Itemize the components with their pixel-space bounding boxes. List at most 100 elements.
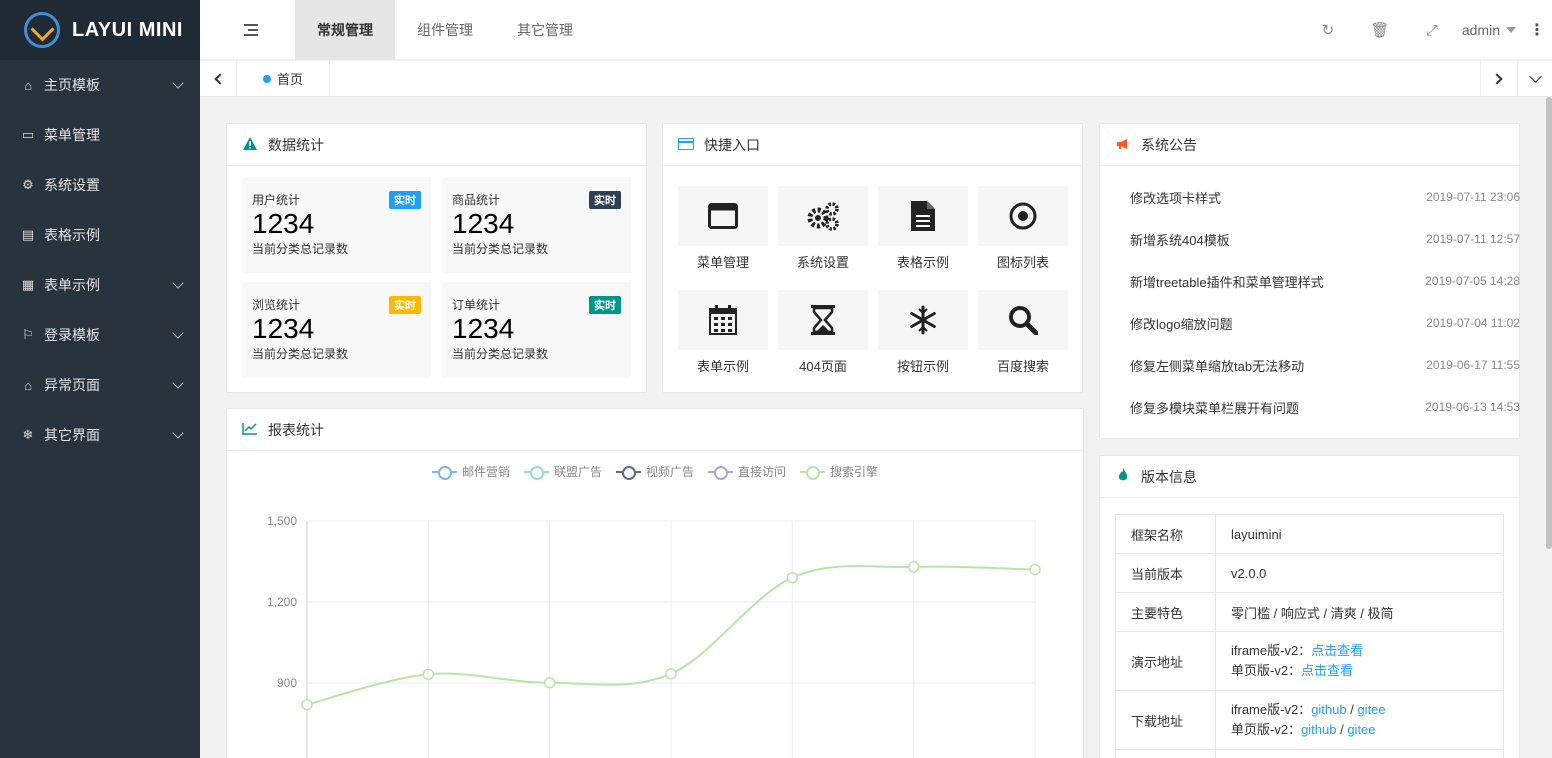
separator: / <box>1346 702 1358 717</box>
chevron-right-icon <box>1491 72 1503 85</box>
fullscreen-icon[interactable]: ⤢ <box>1406 22 1458 39</box>
download-iframe-gitee-link[interactable]: gitee <box>1357 702 1385 717</box>
quick-entry-label: 图标列表 <box>996 255 1049 270</box>
notice-item[interactable]: 修复多模块菜单栏展开有问题 2019-06-13 14:53 <box>1130 398 1520 418</box>
quick-entry-7[interactable]: 百度搜索 <box>978 290 1068 375</box>
demo-single-link[interactable]: 点击查看 <box>1301 663 1353 678</box>
sidebar-item-7[interactable]: ❄ 其它界面 <box>0 410 200 460</box>
sidebar-item-6[interactable]: ⌂ 异常页面 <box>0 360 200 410</box>
more-icon[interactable]: ⋮ <box>1522 20 1552 40</box>
notice-time: 2019-07-04 11:02 <box>1426 316 1520 330</box>
notice-item[interactable]: 修改选项卡样式 2019-07-11 23:06 <box>1130 188 1520 208</box>
stat-value: 1234 <box>452 208 515 239</box>
refresh-icon[interactable]: ↻ <box>1302 21 1354 39</box>
sidebar-item-1[interactable]: ▭ 菜单管理 <box>0 110 200 160</box>
table-row: 主要特色 零门槛 / 响应式 / 清爽 / 极简 <box>1115 592 1504 632</box>
notice-item[interactable]: 新增系统404模板 2019-07-11 12:57 <box>1130 230 1520 250</box>
quick-entry-4[interactable]: 表单示例 <box>678 290 768 375</box>
top-tab-0[interactable]: 常规管理 <box>295 0 395 60</box>
calendar-icon <box>678 290 768 350</box>
quick-entry-5[interactable]: 404页面 <box>778 290 868 375</box>
sidebar: LAYUI MINI ⌂ 主页模板 ▭ 菜单管理 ⚙ 系统设置 ▤ 表格示例 ▦ 表单示例 ⚐ 登录模… <box>0 0 200 758</box>
version-value: layuimini <box>1215 514 1504 554</box>
stat-value: 1234 <box>252 208 315 239</box>
notice-card: 系统公告 修改选项卡样式 2019-07-11 23:06 新增系统404模板 201… <box>1099 123 1520 439</box>
user-menu[interactable]: admin <box>1462 22 1516 38</box>
content-scrollbar[interactable] <box>1546 97 1552 758</box>
notice-item[interactable]: 修改logo缩放问题 2019-07-04 11:02 <box>1130 314 1520 334</box>
quick-card-title: 快捷入口 <box>704 136 760 153</box>
download-single-github-link[interactable]: github <box>1301 722 1336 737</box>
logo[interactable]: LAYUI MINI <box>0 0 200 60</box>
scrollbar-thumb[interactable] <box>1546 97 1552 549</box>
stat-box: 订单统计 实时 1234 当前分类总记录数 <box>442 282 631 378</box>
table-row: 当前版本 v2.0.0 <box>1115 553 1504 593</box>
tab-scroll-right-button[interactable] <box>1480 61 1517 96</box>
notice-time: 2019-06-13 14:53 <box>1425 400 1520 414</box>
notice-text: 新增系统404模板 <box>1130 233 1230 248</box>
notice-item[interactable]: 修复左侧菜单缩放tab无法移动 2019-06-17 11:55 <box>1130 356 1520 376</box>
top-header: 常规管理 组件管理 其它管理 ↻ 🗑 ⤢ admin ⋮ <box>200 0 1552 60</box>
demo-iframe-label: iframe版-v2： <box>1231 643 1312 658</box>
top-tab-1[interactable]: 组件管理 <box>395 0 495 60</box>
quick-entry-0[interactable]: 菜单管理 <box>678 186 768 271</box>
sidebar-item-2[interactable]: ⚙ 系统设置 <box>0 160 200 210</box>
main-content: 数据统计 用户统计 实时 1234 当前分类总记录数 商品统计 实时 1234 当前分类总记录… <box>200 97 1546 758</box>
y-tick-label: 1,500 <box>267 514 297 528</box>
file-icon <box>878 186 968 246</box>
quick-entry-2[interactable]: 表格示例 <box>878 186 968 271</box>
download-single-label: 单页版-v2： <box>1231 722 1302 737</box>
tab-home[interactable]: 首页 <box>237 61 331 96</box>
version-card-header: 版本信息 <box>1100 456 1519 498</box>
data-point <box>786 571 799 584</box>
sidebar-item-label: 异常页面 <box>44 377 100 393</box>
y-tick-label: 1,200 <box>267 595 297 609</box>
version-value: iframe版-v2：点击查看 单页版-v2：点击查看 <box>1215 631 1504 691</box>
realtime-badge: 实时 <box>589 296 621 314</box>
notice-card-header: 系统公告 <box>1100 124 1519 166</box>
notice-text: 修复左侧菜单缩放tab无法移动 <box>1130 359 1305 374</box>
chevron-down-icon <box>172 427 184 439</box>
collapse-menu-icon[interactable] <box>244 24 258 36</box>
version-value <box>1215 749 1504 758</box>
demo-iframe-link[interactable]: 点击查看 <box>1311 643 1363 658</box>
stats-card-header: 数据统计 <box>227 124 646 166</box>
download-iframe-label: iframe版-v2： <box>1231 702 1312 717</box>
sidebar-item-4[interactable]: ▦ 表单示例 <box>0 260 200 310</box>
notice-item[interactable]: 新增treetable插件和菜单管理样式 2019-07-05 14:28 <box>1130 272 1520 292</box>
calendar-icon: ▦ <box>21 277 35 292</box>
tab-options-button[interactable] <box>1517 61 1552 96</box>
sidebar-item-0[interactable]: ⌂ 主页模板 <box>0 60 200 110</box>
quick-entry-3[interactable]: 图标列表 <box>978 186 1068 271</box>
quick-entry-1[interactable]: 系统设置 <box>778 186 868 271</box>
quick-entry-6[interactable]: 按钮示例 <box>878 290 968 375</box>
version-value: iframe版-v2：github / gitee 单页版-v2：github … <box>1215 690 1504 750</box>
chevron-left-icon <box>214 72 226 85</box>
quick-entry-label: 表单示例 <box>696 359 749 374</box>
home-icon: ⌂ <box>24 377 32 393</box>
tab-scroll-left-button[interactable] <box>200 61 237 96</box>
sidebar-item-5[interactable]: ⚐ 登录模板 <box>0 310 200 360</box>
sidebar-menu: ⌂ 主页模板 ▭ 菜单管理 ⚙ 系统设置 ▤ 表格示例 ▦ 表单示例 ⚐ 登录模板 ⌂ 异常页面 ❄ 其它界面 <box>0 60 200 460</box>
chevron-down-icon <box>172 377 184 389</box>
trash-icon[interactable]: 🗑 <box>1354 21 1406 39</box>
chevron-down-icon <box>172 327 184 339</box>
sidebar-item-label: 其它界面 <box>44 427 100 443</box>
gears-icon <box>778 186 868 246</box>
window-icon <box>678 186 768 246</box>
notice-text: 新增treetable插件和菜单管理样式 <box>1130 275 1324 290</box>
stat-box: 商品统计 实时 1234 当前分类总记录数 <box>442 177 631 273</box>
download-single-gitee-link[interactable]: gitee <box>1347 722 1375 737</box>
chevron-down-icon <box>172 77 184 89</box>
download-iframe-github-link[interactable]: github <box>1311 702 1346 717</box>
sidebar-item-label: 系统设置 <box>44 177 100 193</box>
stat-description: 当前分类总记录数 <box>452 242 549 256</box>
sidebar-item-3[interactable]: ▤ 表格示例 <box>0 210 200 260</box>
realtime-badge: 实时 <box>589 191 621 209</box>
stat-box: 用户统计 实时 1234 当前分类总记录数 <box>242 177 431 273</box>
notice-text: 修改选项卡样式 <box>1130 191 1222 206</box>
top-tab-2[interactable]: 其它管理 <box>495 0 595 60</box>
version-key: 主要特色 <box>1115 592 1216 632</box>
table-row: 框架名称 layuimini <box>1115 514 1504 554</box>
stat-value: 1234 <box>252 313 315 344</box>
